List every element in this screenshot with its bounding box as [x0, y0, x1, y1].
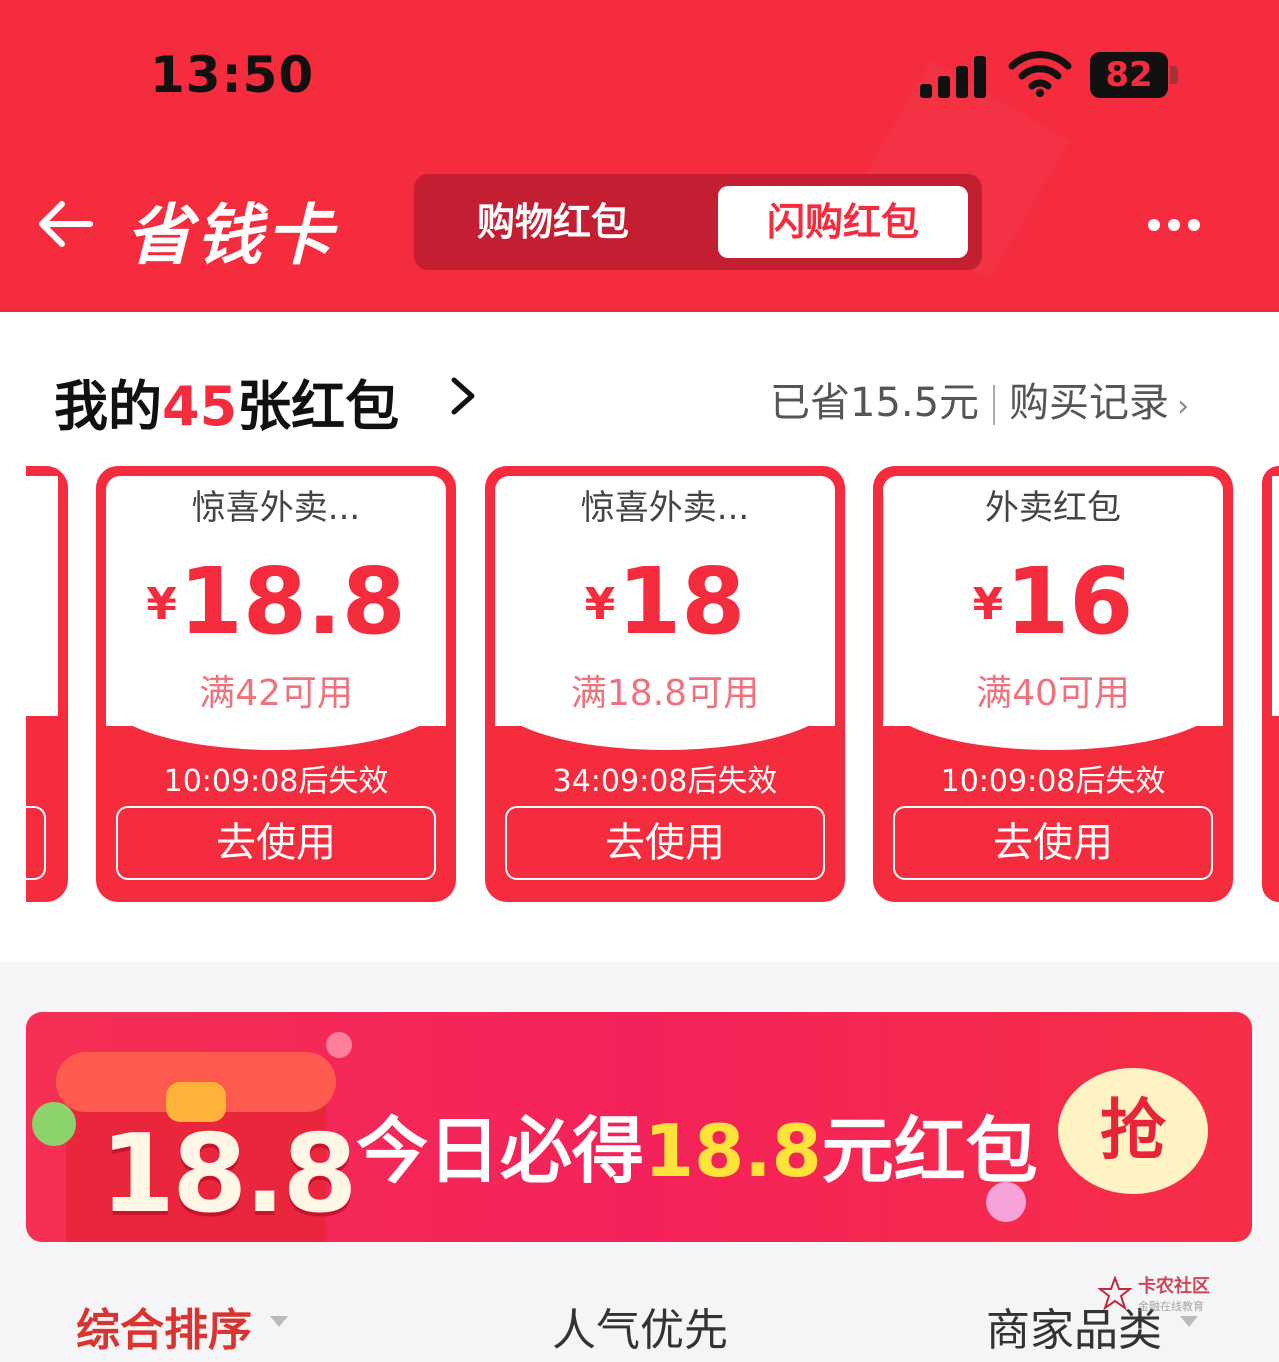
purchase-history-link[interactable]: 购买记录: [1009, 380, 1169, 426]
decoration-bubble: [326, 1032, 352, 1058]
dropdown-arrow-icon[interactable]: [270, 1316, 288, 1327]
coupon-name: 外卖红包: [985, 488, 1121, 528]
coupon-condition: 满40可用: [976, 673, 1130, 714]
use-coupon-button[interactable]: 去使用: [505, 806, 825, 880]
coupon-card-partial-left[interactable]: [26, 466, 68, 902]
dropdown-arrow-icon[interactable]: [1180, 1316, 1198, 1327]
coupon-amount: ¥16: [873, 548, 1233, 655]
watermark-logo-icon: [1098, 1276, 1132, 1310]
banner-title: 今日必得18.8元红包: [356, 1092, 1038, 1197]
page-title: 省钱卡: [126, 197, 336, 274]
coupon-expire: 34:09:08后失效: [552, 764, 778, 799]
coupon-value: 18: [617, 548, 746, 655]
coupon-card-partial-right[interactable]: [1262, 466, 1279, 902]
watermark: 卡农社区 金融在线教育: [1138, 1272, 1210, 1314]
my-coupons-suffix: 张红包: [237, 375, 400, 438]
banner-highlight: 18.8: [644, 1109, 822, 1193]
coupon-value: 18.8: [178, 548, 406, 655]
watermark-subtitle: 金融在线教育: [1138, 1300, 1204, 1313]
coupon-expire: 10:09:08后失效: [940, 764, 1166, 799]
divider: [993, 385, 996, 425]
saved-summary: 已省15.5元 购买记录 ›: [770, 370, 1189, 428]
currency-symbol: ¥: [146, 579, 177, 630]
coupon-amount: ¥18: [485, 548, 845, 655]
coupon-value: 16: [1005, 548, 1134, 655]
use-coupon-button[interactable]: 去使用: [116, 806, 436, 880]
wifi-icon: [1008, 51, 1072, 97]
tab-flash-coupon[interactable]: 闪购红包: [718, 186, 968, 258]
tab-shopping-coupon[interactable]: 购物红包: [428, 186, 678, 258]
coupon-expire: 10:09:08后失效: [163, 764, 389, 799]
cellular-signal-icon: [920, 54, 990, 98]
currency-symbol: ¥: [972, 579, 1004, 630]
my-coupons-prefix: 我的: [54, 375, 162, 438]
coupon-condition: 满42可用: [199, 673, 353, 714]
grab-button[interactable]: 抢: [1058, 1068, 1208, 1194]
sort-tab-category[interactable]: 商家品类: [986, 1294, 1162, 1358]
currency-symbol: ¥: [584, 579, 616, 630]
sort-tab-popularity[interactable]: 人气优先: [552, 1294, 728, 1358]
banner-text-before: 今日必得: [356, 1109, 645, 1193]
banner-text-after: 元红包: [821, 1109, 1038, 1193]
coupon-name: 惊喜外卖...: [580, 488, 750, 528]
sort-tab-comprehensive[interactable]: 综合排序: [76, 1294, 252, 1358]
coupon-name: 惊喜外卖...: [191, 488, 361, 528]
my-coupons-link[interactable]: 我的45张红包: [54, 362, 399, 441]
more-menu-icon[interactable]: [1148, 216, 1208, 235]
battery-tip: [1170, 66, 1178, 84]
status-time: 13:50: [150, 46, 315, 104]
coupon-count: 45: [162, 375, 238, 438]
coupon-type-switch: 购物红包 闪购红包: [414, 174, 982, 270]
coupon-amount: ¥18.8: [96, 548, 456, 655]
banner-big-number: 18.8: [100, 1112, 357, 1237]
coupon-condition: 满18.8可用: [570, 673, 760, 714]
chevron-right-small-icon[interactable]: ›: [1177, 389, 1189, 424]
back-arrow-icon[interactable]: [32, 192, 96, 256]
battery-indicator: 82: [1090, 52, 1168, 98]
chevron-right-icon[interactable]: [448, 374, 478, 418]
watermark-title: 卡农社区: [1138, 1276, 1210, 1297]
saved-amount: 已省15.5元: [770, 380, 980, 426]
decoration-bubble: [32, 1102, 76, 1146]
use-coupon-button[interactable]: 去使用: [893, 806, 1213, 880]
